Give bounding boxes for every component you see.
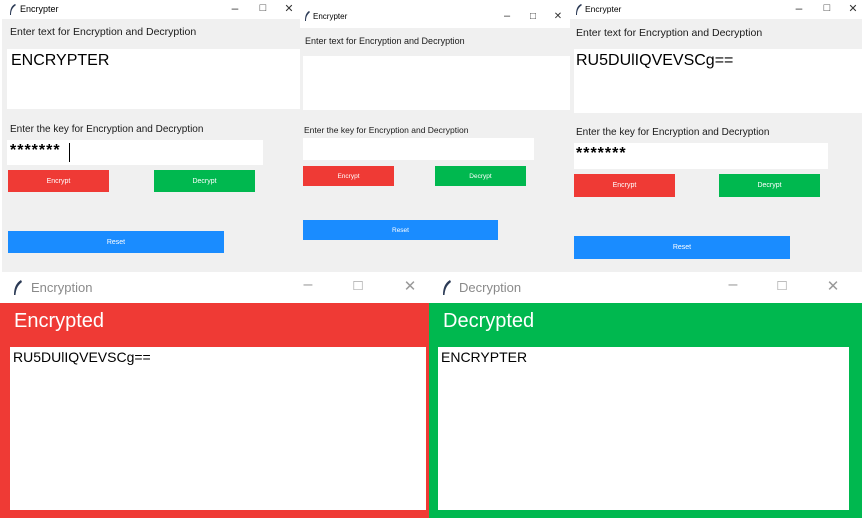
maximize-icon[interactable]: □ <box>820 2 834 14</box>
decrypt-button[interactable]: Decrypt <box>719 174 820 197</box>
text-label: Enter text for Encryption and Decryption <box>305 36 465 46</box>
feather-icon <box>12 279 23 296</box>
key-input[interactable]: ******* <box>574 143 828 169</box>
encrypted-output[interactable]: RU5DUlIQVEVSCg== <box>10 347 426 510</box>
window-title: Encrypter <box>585 4 622 14</box>
reset-button[interactable]: Reset <box>8 231 224 253</box>
encrypter-window-2: Encrypter – □ ✕ Enter text for Encryptio… <box>300 4 570 272</box>
maximize-icon[interactable]: □ <box>256 2 270 14</box>
close-icon[interactable]: ✕ <box>282 2 296 15</box>
decryption-window: Decryption – □ ✕ Decrypted ENCRYPTER <box>429 272 862 518</box>
key-input[interactable] <box>303 138 534 160</box>
minimize-icon[interactable]: – <box>725 276 741 294</box>
reset-button[interactable]: Reset <box>574 236 790 259</box>
title-bar: Encrypter – □ ✕ <box>300 4 570 28</box>
text-label: Enter text for Encryption and Decryption <box>576 27 763 39</box>
text-input[interactable]: ENCRYPTER <box>7 49 300 109</box>
window-title: Decryption <box>459 280 522 295</box>
key-label: Enter the key for Encryption and Decrypt… <box>10 124 204 135</box>
feather-icon <box>303 10 311 22</box>
encryption-window: Encryption – □ ✕ Encrypted RU5DUlIQVEVSC… <box>0 272 433 518</box>
feather-icon <box>8 3 17 16</box>
maximize-icon[interactable]: □ <box>774 277 790 294</box>
close-icon[interactable]: ✕ <box>846 2 860 15</box>
encrypter-window-1: Encrypter – □ ✕ Enter text for Encryptio… <box>2 0 300 272</box>
key-input[interactable]: ******* <box>7 140 263 165</box>
minimize-icon[interactable]: – <box>228 1 242 15</box>
encrypter-window-3: Encrypter – □ ✕ Enter text for Encryptio… <box>570 0 862 272</box>
encrypt-button[interactable]: Encrypt <box>303 166 394 186</box>
minimize-icon[interactable]: – <box>300 276 316 294</box>
title-bar: Encrypter – □ ✕ <box>570 0 862 19</box>
key-label: Enter the key for Encryption and Decrypt… <box>576 127 770 138</box>
text-cursor <box>69 143 70 162</box>
feather-icon <box>574 3 583 16</box>
text-input[interactable]: RU5DUlIQVEVSCg== <box>574 49 862 113</box>
text-label: Enter text for Encryption and Decryption <box>10 26 197 38</box>
key-label: Enter the key for Encryption and Decrypt… <box>304 125 469 135</box>
maximize-icon[interactable]: □ <box>350 277 366 294</box>
close-icon[interactable]: ✕ <box>552 11 564 22</box>
title-bar: Decryption – □ ✕ <box>429 272 862 303</box>
feather-icon <box>441 279 452 296</box>
text-input[interactable] <box>303 56 570 110</box>
minimize-icon[interactable]: – <box>501 10 513 22</box>
title-bar: Encrypter – □ ✕ <box>2 0 300 19</box>
encrypt-button[interactable]: Encrypt <box>574 174 675 197</box>
title-bar: Encryption – □ ✕ <box>0 272 433 303</box>
window-title: Encryption <box>31 280 93 295</box>
decrypted-heading: Decrypted <box>443 310 535 332</box>
close-icon[interactable]: ✕ <box>825 277 841 295</box>
maximize-icon[interactable]: □ <box>527 11 539 22</box>
minimize-icon[interactable]: – <box>792 1 806 15</box>
encrypted-heading: Encrypted <box>14 310 105 332</box>
window-title: Encrypter <box>313 12 348 21</box>
decrypted-output[interactable]: ENCRYPTER <box>438 347 849 510</box>
decrypt-button[interactable]: Decrypt <box>154 170 255 192</box>
encrypt-button[interactable]: Encrypt <box>8 170 109 192</box>
decrypt-button[interactable]: Decrypt <box>435 166 526 186</box>
reset-button[interactable]: Reset <box>303 220 498 240</box>
window-title: Encrypter <box>20 4 59 14</box>
close-icon[interactable]: ✕ <box>402 277 418 295</box>
